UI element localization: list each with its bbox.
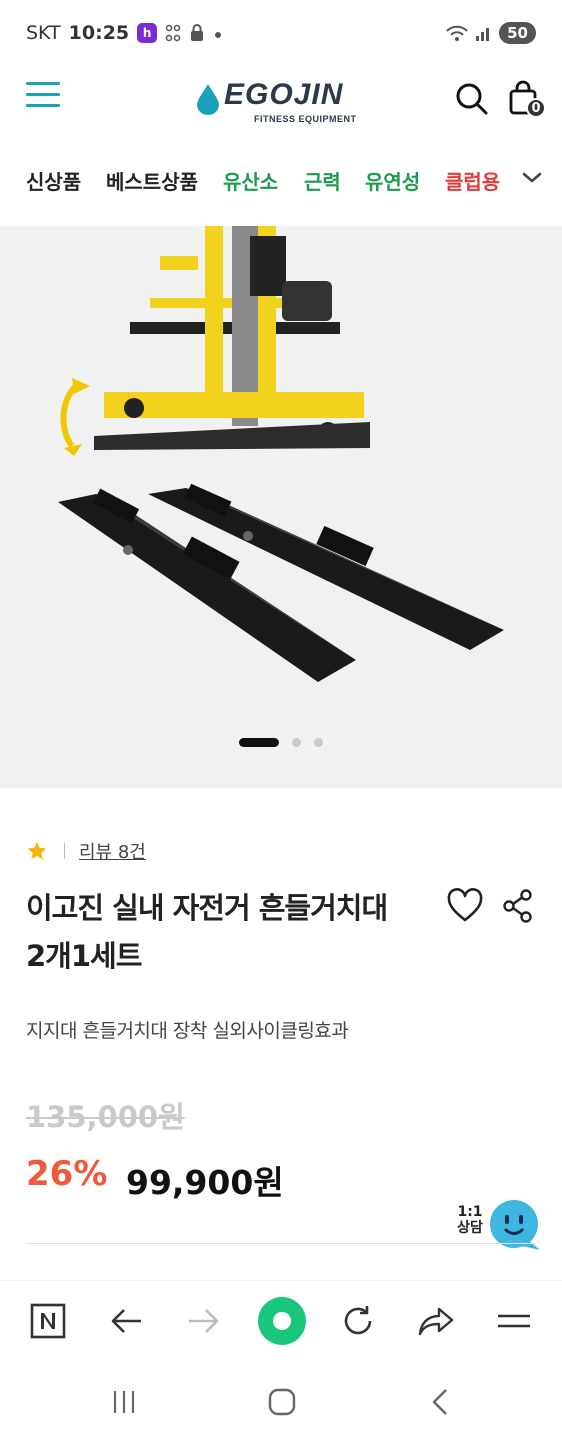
site-header: EGOJIN FITNESS EQUIPMENT 0	[0, 70, 562, 130]
product-image	[0, 226, 562, 788]
refresh-button[interactable]	[338, 1301, 378, 1341]
search-button[interactable]	[455, 82, 489, 116]
rating-row: 리뷰 8건	[26, 838, 146, 864]
wifi-icon	[446, 25, 468, 41]
menu-icon-bar	[26, 93, 60, 96]
chat-label-line: 1:1	[457, 1204, 483, 1220]
system-home-button[interactable]	[262, 1384, 302, 1420]
logo-text: EGOJIN	[224, 78, 344, 111]
original-price: 135,000원	[26, 1100, 185, 1134]
network-icon	[165, 24, 181, 42]
site-logo[interactable]: EGOJIN FITNESS EQUIPMENT	[192, 78, 372, 128]
product-title-line: 2개1세트	[26, 939, 142, 973]
naver-icon	[30, 1303, 66, 1339]
category-new[interactable]: 신상품	[26, 166, 81, 195]
category-club[interactable]: 클럽용	[445, 166, 500, 195]
share-button[interactable]	[502, 888, 534, 924]
category-expand-button[interactable]	[520, 166, 544, 190]
status-bar: SKT 10:25 h 50	[0, 0, 562, 70]
cart-count-badge: 0	[526, 98, 546, 118]
menu-lines-icon	[498, 1314, 530, 1328]
menu-icon-bar	[26, 82, 60, 85]
browser-toolbar	[0, 1280, 562, 1364]
pagination-dot[interactable]	[314, 738, 323, 747]
arrow-left-icon	[111, 1309, 141, 1333]
recent-apps-button[interactable]	[104, 1384, 144, 1420]
gallery-pagination	[0, 736, 562, 750]
category-flexibility[interactable]: 유연성	[365, 166, 420, 195]
chat-label-line: 상담	[457, 1220, 483, 1236]
product-title-line: 이고진 실내 자전거 흔들거치대	[26, 891, 388, 925]
water-drop-icon	[197, 84, 219, 115]
menu-button[interactable]	[26, 82, 60, 110]
sale-price: 99,900원	[126, 1163, 284, 1202]
wishlist-button[interactable]	[446, 888, 484, 924]
divider	[64, 843, 65, 859]
system-navigation-bar	[0, 1364, 562, 1440]
share-icon	[503, 889, 532, 923]
logo-subtitle: FITNESS EQUIPMENT	[254, 114, 357, 124]
category-best[interactable]: 베스트상품	[106, 166, 198, 195]
recent-apps-icon	[113, 1391, 135, 1413]
naver-tab-button[interactable]	[28, 1301, 68, 1341]
share-page-button[interactable]	[416, 1301, 456, 1341]
forward-share-icon	[418, 1307, 454, 1336]
chevron-down-icon	[522, 172, 542, 183]
status-time: 10:25	[68, 22, 130, 44]
back-button[interactable]	[106, 1301, 146, 1341]
menu-icon-bar	[26, 104, 60, 107]
refresh-icon	[344, 1306, 372, 1335]
home-square-icon	[268, 1388, 296, 1416]
product-title: 이고진 실내 자전거 흔들거치대 2개1세트	[26, 884, 426, 980]
browser-menu-button[interactable]	[494, 1301, 534, 1341]
forward-button[interactable]	[184, 1301, 224, 1341]
dot-icon	[215, 32, 222, 38]
section-divider	[26, 1243, 536, 1244]
product-description: 지지대 흔들거치대 장착 실외사이클링효과	[26, 1020, 349, 1042]
green-home-icon	[258, 1297, 306, 1345]
chevron-left-icon	[432, 1389, 447, 1415]
system-back-button[interactable]	[420, 1384, 460, 1420]
search-icon	[456, 83, 488, 115]
cart-button[interactable]: 0	[508, 80, 548, 120]
heart-icon	[447, 888, 483, 922]
home-button[interactable]	[258, 1297, 306, 1345]
category-nav: 신상품 베스트상품 유산소 근력 유연성 클럽용	[0, 158, 562, 204]
chat-label: 1:1 상담	[452, 1204, 488, 1236]
carrier-label: SKT	[26, 22, 61, 44]
arrow-right-icon	[189, 1309, 219, 1333]
category-strength[interactable]: 근력	[304, 166, 341, 195]
lock-icon	[191, 24, 204, 41]
pagination-dot-active[interactable]	[239, 738, 279, 747]
chat-consult-button[interactable]: 1:1 상담	[452, 1198, 544, 1254]
battery-indicator: 50	[499, 22, 536, 44]
app-notification-icon: h	[137, 23, 158, 43]
discount-rate: 26%	[26, 1154, 108, 1194]
product-image-gallery[interactable]	[0, 226, 562, 788]
signal-icon	[476, 28, 490, 41]
category-cardio[interactable]: 유산소	[223, 166, 278, 195]
pagination-dot[interactable]	[292, 738, 301, 747]
star-icon	[27, 841, 47, 860]
review-count-link[interactable]: 리뷰 8건	[79, 838, 146, 864]
